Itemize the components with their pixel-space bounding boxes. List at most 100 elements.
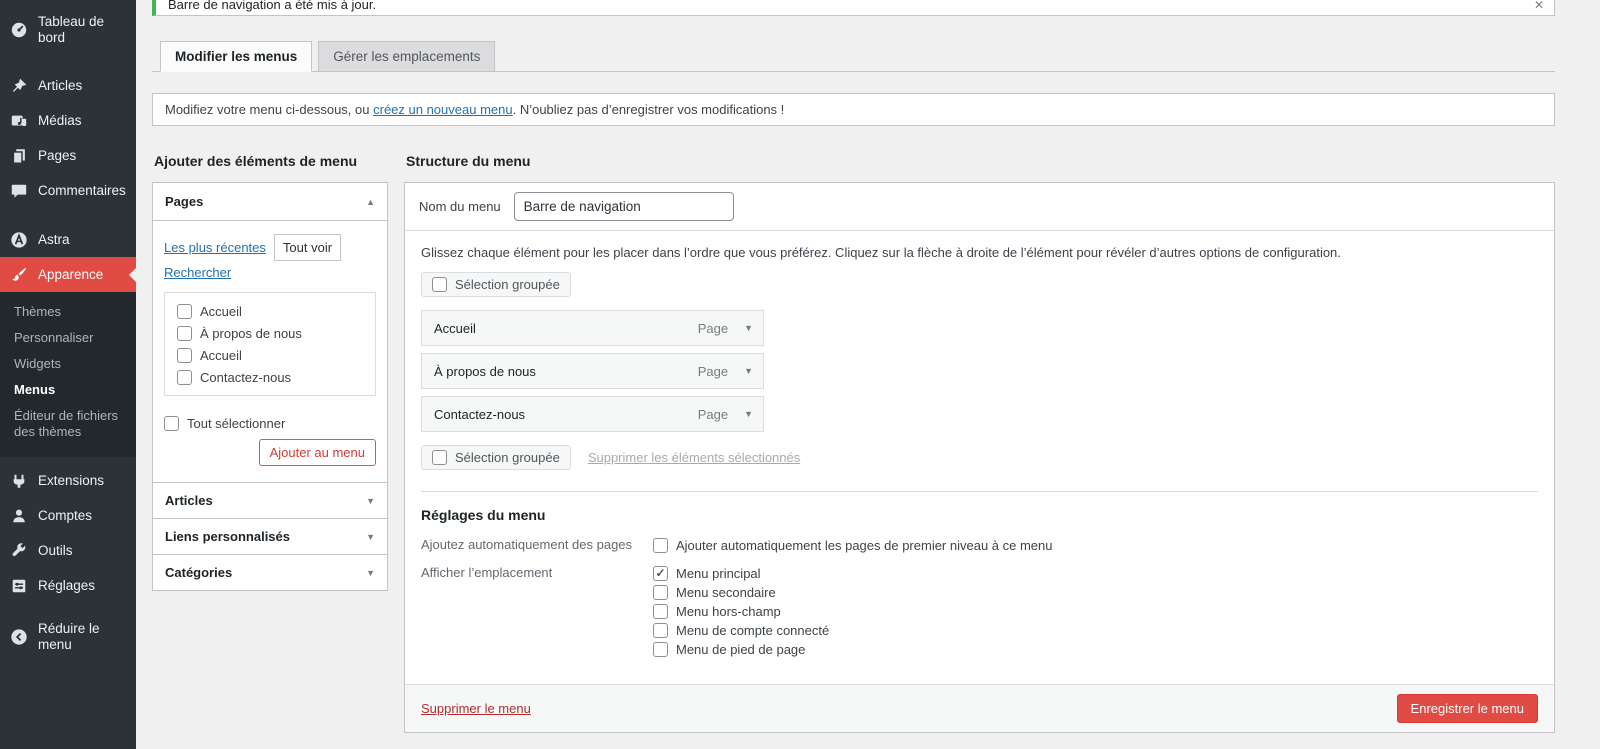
sidebar-item-tools[interactable]: Outils bbox=[0, 533, 136, 568]
checkbox-bulk-select-bottom[interactable] bbox=[432, 450, 447, 465]
submenu-item-theme-editor[interactable]: Éditeur de fichiers des thèmes bbox=[0, 403, 136, 445]
create-new-menu-link[interactable]: créez un nouveau menu bbox=[373, 102, 512, 117]
sidebar-item-pages[interactable]: Pages bbox=[0, 138, 136, 173]
submenu-item-menus[interactable]: Menus bbox=[0, 377, 136, 403]
add-to-menu-button[interactable]: Ajouter au menu bbox=[258, 439, 376, 466]
pages-checklist: Accueil À propos de nous Accueil Contact… bbox=[164, 292, 376, 396]
select-all-row: Tout sélectionner bbox=[164, 412, 376, 434]
menu-item-a-propos[interactable]: À propos de nous Page bbox=[421, 353, 764, 389]
sidebar-item-appearance[interactable]: Apparence bbox=[0, 257, 136, 292]
checkbox-menu-principal[interactable] bbox=[653, 566, 668, 581]
menu-item-title: À propos de nous bbox=[434, 363, 536, 379]
tab-view-all[interactable]: Tout voir bbox=[273, 234, 342, 261]
sidebar-item-label: Pages bbox=[38, 147, 77, 163]
appearance-submenu: Thèmes Personnaliser Widgets Menus Édite… bbox=[0, 292, 136, 457]
page-item-label: À propos de nous bbox=[200, 325, 302, 341]
sidebar-item-label: Outils bbox=[38, 542, 73, 558]
chevron-up-icon[interactable] bbox=[366, 197, 375, 207]
right-column-title: Structure du menu bbox=[406, 153, 531, 169]
page-checklist-item: Accueil bbox=[177, 300, 367, 322]
pages-panel-tabs: Les plus récentes Tout voir Rechercher bbox=[164, 234, 376, 284]
submenu-item-themes[interactable]: Thèmes bbox=[0, 299, 136, 325]
submenu-item-customize[interactable]: Personnaliser bbox=[0, 325, 136, 351]
sidebar-item-label: Articles bbox=[38, 77, 83, 93]
menu-item-title: Accueil bbox=[434, 320, 476, 336]
chevron-down-icon bbox=[366, 568, 375, 578]
sidebar-item-plugins[interactable]: Extensions bbox=[0, 463, 136, 498]
checkbox-select-all[interactable] bbox=[164, 415, 179, 431]
tab-most-recent[interactable]: Les plus récentes bbox=[164, 240, 266, 255]
page-checklist-item: À propos de nous bbox=[177, 322, 367, 344]
delete-menu-link[interactable]: Supprimer le menu bbox=[421, 701, 531, 716]
appearance-brush-icon bbox=[9, 265, 28, 284]
sidebar-item-astra[interactable]: Astra bbox=[0, 222, 136, 257]
display-location-row: Afficher l’emplacement Menu principal Me… bbox=[421, 564, 1538, 659]
drag-instructions: Glissez chaque élément pour les placer d… bbox=[421, 245, 1341, 260]
sidebar-item-settings[interactable]: Réglages bbox=[0, 568, 136, 603]
collapse-arrow-icon bbox=[9, 628, 28, 647]
submenu-item-widgets[interactable]: Widgets bbox=[0, 351, 136, 377]
save-menu-button[interactable]: Enregistrer le menu bbox=[1396, 694, 1538, 723]
menu-edit-box: Nom du menu Glissez chaque élément pour … bbox=[404, 182, 1555, 733]
sidebar-item-posts[interactable]: Articles bbox=[0, 68, 136, 103]
checkbox-page-contactez-nous[interactable] bbox=[177, 369, 192, 385]
admin-content: Barre de navigation a été mis à jour. ✕ … bbox=[136, 0, 1600, 749]
bulk-select-toggle-top[interactable]: Sélection groupée bbox=[421, 272, 571, 297]
accordion-pages-header[interactable]: Pages bbox=[153, 183, 387, 221]
sidebar-item-label: Médias bbox=[38, 112, 82, 128]
menus-tab-bar: Modifier les menus Gérer les emplacement… bbox=[152, 41, 1555, 72]
expand-item-arrow-icon[interactable] bbox=[744, 366, 753, 376]
pages-icon bbox=[9, 146, 28, 165]
sidebar-item-label: Extensions bbox=[38, 472, 105, 488]
admin-sidebar: Tableau de bord Articles Médias Pages Co… bbox=[0, 0, 136, 749]
checkbox-page-accueil[interactable] bbox=[177, 303, 192, 319]
checkbox-bulk-select-top[interactable] bbox=[432, 277, 447, 292]
user-icon bbox=[9, 506, 28, 525]
accordion-custom-links-header[interactable]: Liens personnalisés bbox=[153, 518, 387, 554]
bulk-select-label: Sélection groupée bbox=[455, 450, 560, 465]
remove-selected-link[interactable]: Supprimer les éléments sélectionnés bbox=[588, 450, 800, 465]
auto-add-pages-label: Ajoutez automatiquement des pages bbox=[421, 537, 633, 552]
menu-edit-body: Glissez chaque élément pour les placer d… bbox=[405, 231, 1554, 684]
sidebar-item-users[interactable]: Comptes bbox=[0, 498, 136, 533]
checkbox-page-a-propos[interactable] bbox=[177, 325, 192, 341]
sidebar-item-dashboard[interactable]: Tableau de bord bbox=[0, 6, 136, 54]
page-checklist-item: Contactez-nous bbox=[177, 366, 367, 388]
dismiss-notice-icon[interactable]: ✕ bbox=[1531, 0, 1547, 13]
select-all-label: Tout sélectionner bbox=[187, 415, 286, 431]
menu-name-label: Nom du menu bbox=[419, 199, 501, 214]
update-notice: Barre de navigation a été mis à jour. ✕ bbox=[152, 0, 1555, 16]
auto-add-option: Ajouter automatiquement les pages de pre… bbox=[653, 536, 1053, 555]
accordion-articles-header[interactable]: Articles bbox=[153, 482, 387, 518]
menu-item-contactez-nous[interactable]: Contactez-nous Page bbox=[421, 396, 764, 432]
tab-edit-menus[interactable]: Modifier les menus bbox=[160, 41, 313, 72]
location-option: Menu hors-champ bbox=[653, 602, 829, 621]
sidebar-collapse-button[interactable]: Réduire le menu bbox=[0, 613, 136, 661]
tab-manage-locations[interactable]: Gérer les emplacements bbox=[318, 41, 496, 72]
tab-search[interactable]: Rechercher bbox=[164, 265, 231, 280]
checkbox-menu-compte-connecte[interactable] bbox=[653, 623, 668, 638]
menu-item-title: Contactez-nous bbox=[434, 406, 526, 422]
sidebar-item-label: Tableau de bord bbox=[38, 14, 105, 45]
wrench-icon bbox=[9, 541, 28, 560]
sidebar-item-comments[interactable]: Commentaires bbox=[0, 173, 136, 208]
checkbox-page-accueil-2[interactable] bbox=[177, 347, 192, 363]
left-column-title: Ajouter des éléments de menu bbox=[154, 153, 358, 169]
accordion-categories-header[interactable]: Catégories bbox=[153, 554, 387, 590]
wordpress-menus-page: { "colors": { "accent_red": "#e04b43", "… bbox=[0, 0, 1600, 749]
accordion-articles-title: Articles bbox=[165, 493, 213, 508]
checkbox-menu-hors-champ[interactable] bbox=[653, 604, 668, 619]
sidebar-item-media[interactable]: Médias bbox=[0, 103, 136, 138]
checkbox-menu-pied-de-page[interactable] bbox=[653, 642, 668, 657]
checkbox-menu-secondaire[interactable] bbox=[653, 585, 668, 600]
expand-item-arrow-icon[interactable] bbox=[744, 323, 753, 333]
chevron-down-icon bbox=[366, 496, 375, 506]
menu-name-input[interactable] bbox=[513, 192, 734, 221]
menu-item-accueil[interactable]: Accueil Page bbox=[421, 310, 764, 346]
chevron-down-icon bbox=[366, 532, 375, 542]
checkbox-auto-add-pages[interactable] bbox=[653, 538, 668, 553]
page-item-label: Accueil bbox=[200, 347, 242, 363]
bulk-select-toggle-bottom[interactable]: Sélection groupée bbox=[421, 445, 571, 470]
expand-item-arrow-icon[interactable] bbox=[744, 409, 753, 419]
menu-items-metaboxes: Pages Les plus récentes Tout voir Recherc… bbox=[152, 182, 388, 591]
